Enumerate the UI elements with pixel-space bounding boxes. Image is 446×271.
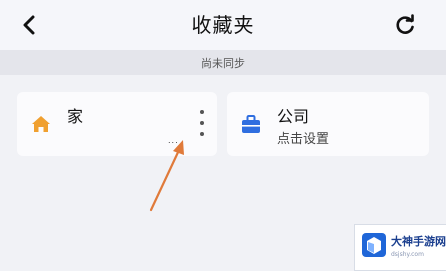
watermark-brand: 大神手游网	[391, 235, 446, 248]
watermark-badge: 大神手游网 dsjshy.com	[354, 224, 446, 271]
watermark-url: dsjshy.com	[391, 251, 424, 258]
brand-logo-icon	[362, 233, 386, 257]
